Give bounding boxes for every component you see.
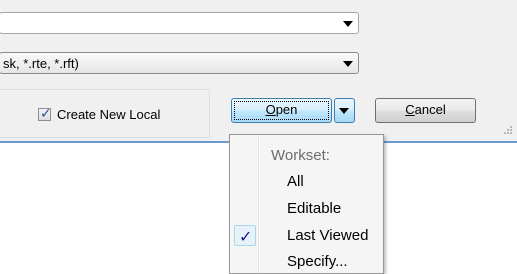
dropdown-arrow-icon[interactable] <box>343 21 353 27</box>
open-button[interactable]: Open <box>231 98 332 123</box>
checkmark-icon: ✓ <box>239 227 253 246</box>
checkmark-icon: ✓ <box>40 106 52 122</box>
dropdown-arrow-icon <box>339 108 349 114</box>
open-options-split-button[interactable] <box>334 98 355 123</box>
dropdown-arrow-icon[interactable] <box>343 61 353 67</box>
menu-item-label: Editable <box>287 200 342 217</box>
look-in-combo[interactable] <box>0 12 359 34</box>
menu-header-workset: Workset: <box>232 144 381 168</box>
menu-item-all[interactable]: All <box>232 170 381 194</box>
menu-item-last-viewed[interactable]: ✓ Last Viewed <box>232 224 381 248</box>
file-type-value: sk, *.rte, *.rft) <box>3 56 79 71</box>
create-new-local-label: Create New Local <box>57 107 161 122</box>
open-file-dialog: sk, *.rte, *.rft) ✓ Create New Local Ope… <box>0 0 517 141</box>
focus-rectangle <box>234 101 329 120</box>
cancel-accelerator: C <box>405 102 415 117</box>
menu-item-label: All <box>287 173 304 190</box>
menu-item-label: Last Viewed <box>287 227 369 244</box>
resize-grip-icon[interactable] <box>500 124 514 138</box>
menu-item-label: Specify... <box>287 253 348 270</box>
menu-item-specify[interactable]: Specify... <box>232 250 381 274</box>
workset-dropdown-menu: Workset: All Editable ✓ Last Viewed Spec… <box>229 134 384 274</box>
menu-header-label: Workset: <box>271 147 330 164</box>
file-type-combo[interactable]: sk, *.rte, *.rft) <box>0 52 359 74</box>
menu-check-indicator: ✓ <box>234 225 256 246</box>
menu-item-editable[interactable]: Editable <box>232 197 381 221</box>
checkbox-box[interactable]: ✓ <box>38 106 52 122</box>
cancel-label-rest: ancel <box>414 102 446 117</box>
cancel-button[interactable]: Cancel <box>375 98 476 123</box>
